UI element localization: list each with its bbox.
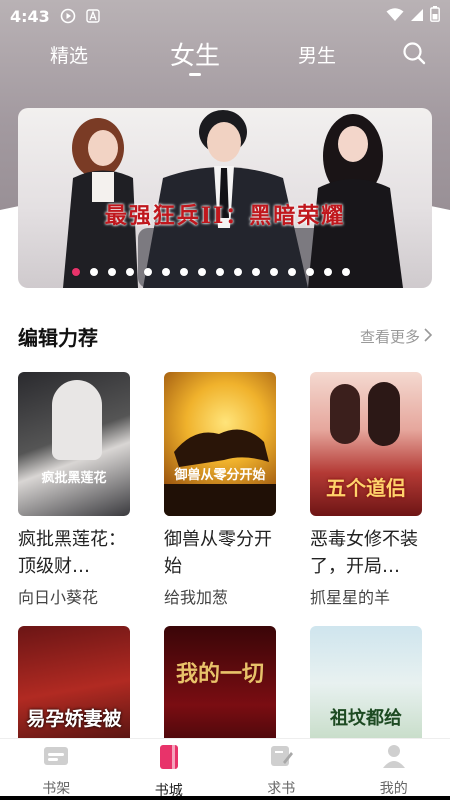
carousel-dot[interactable] bbox=[126, 268, 134, 276]
carousel-dot[interactable] bbox=[216, 268, 224, 276]
signal-icon bbox=[410, 7, 424, 26]
nav-bookstore[interactable]: 书城 bbox=[113, 739, 226, 800]
font-icon bbox=[86, 9, 100, 23]
book-title: 御兽从零分开始 bbox=[164, 529, 272, 577]
carousel-dot[interactable] bbox=[90, 268, 98, 276]
wifi-icon bbox=[386, 7, 404, 26]
cover-title: 我的一切 bbox=[175, 661, 264, 687]
search-icon[interactable] bbox=[402, 41, 426, 69]
book-card[interactable]: 御兽从零分开始 御兽从零分开始 给我加葱 bbox=[164, 372, 276, 608]
see-more-label: 查看更多 bbox=[359, 328, 420, 346]
section-title: 编辑力荐 bbox=[18, 326, 98, 350]
cover-title: 祖坟都给 bbox=[330, 708, 402, 729]
book-card[interactable]: 疯批黑莲花 疯批黑莲花：顶级财… 向日小葵花 bbox=[18, 372, 130, 608]
book-card[interactable]: 五个道侣 恶毒女修不装了，开局… 抓星星的羊 bbox=[310, 372, 422, 608]
carousel-dot[interactable] bbox=[234, 268, 242, 276]
carousel-dot[interactable] bbox=[108, 268, 116, 276]
top-nav: 精选 女生 男生 bbox=[0, 36, 450, 80]
nav-request-book[interactable]: 求书 bbox=[225, 739, 338, 800]
bookstore-icon bbox=[157, 744, 181, 774]
see-more-link[interactable]: 查看更多 bbox=[359, 326, 433, 347]
carousel-dot[interactable] bbox=[306, 268, 314, 276]
request-book-icon bbox=[269, 744, 294, 772]
nav-label: 书架 bbox=[42, 781, 71, 797]
home-indicator bbox=[0, 796, 450, 800]
book-author: 给我加葱 bbox=[164, 588, 229, 607]
nav-label: 我的 bbox=[379, 781, 408, 797]
profile-icon bbox=[382, 744, 406, 772]
cover-title: 易孕娇妻被 bbox=[26, 708, 122, 730]
carousel-dot[interactable] bbox=[324, 268, 332, 276]
nav-label: 求书 bbox=[267, 781, 296, 797]
carousel-dot[interactable] bbox=[288, 268, 296, 276]
banner-title: 最强狂兵II：黑暗荣耀 bbox=[104, 203, 346, 229]
nav-profile[interactable]: 我的 bbox=[338, 739, 450, 800]
carousel-dot[interactable] bbox=[180, 268, 188, 276]
tab-featured[interactable]: 精选 bbox=[50, 41, 88, 68]
status-time: 4:43 bbox=[10, 6, 50, 26]
book-cover: 五个道侣 bbox=[310, 372, 422, 516]
bookshelf-icon bbox=[43, 744, 69, 772]
cover-title: 疯批黑莲花 bbox=[41, 471, 107, 486]
book-cover: 疯批黑莲花 bbox=[18, 372, 130, 516]
carousel-dot[interactable] bbox=[198, 268, 206, 276]
carousel-dot[interactable] bbox=[342, 268, 350, 276]
battery-icon bbox=[430, 6, 440, 26]
carousel-dots bbox=[72, 268, 350, 276]
book-title: 恶毒女修不装了，开局… bbox=[310, 529, 418, 577]
nav-bookshelf[interactable]: 书架 bbox=[0, 739, 113, 800]
carousel-dot[interactable] bbox=[72, 268, 80, 276]
cover-title: 御兽从零分开始 bbox=[174, 468, 266, 483]
book-cover: 御兽从零分开始 bbox=[164, 372, 276, 516]
book-author: 抓星星的羊 bbox=[310, 588, 391, 607]
carousel-dot[interactable] bbox=[252, 268, 260, 276]
carousel-dot[interactable] bbox=[162, 268, 170, 276]
cover-title: 五个道侣 bbox=[326, 476, 406, 500]
tab-male[interactable]: 男生 bbox=[298, 41, 336, 68]
book-author: 向日小葵花 bbox=[18, 588, 99, 607]
tab-female[interactable]: 女生 bbox=[170, 36, 220, 72]
banner-carousel[interactable]: 最强狂兵II：黑暗荣耀 bbox=[18, 108, 432, 288]
bottom-nav: 书架 书城 求书 我的 bbox=[0, 738, 450, 800]
active-tab-indicator bbox=[189, 73, 201, 76]
chevron-right-icon bbox=[424, 327, 433, 346]
carousel-dot[interactable] bbox=[144, 268, 152, 276]
play-circle-icon bbox=[60, 8, 76, 24]
book-title: 疯批黑莲花：顶级财… bbox=[18, 529, 126, 577]
carousel-dot[interactable] bbox=[270, 268, 278, 276]
status-bar: 4:43 bbox=[0, 0, 450, 32]
